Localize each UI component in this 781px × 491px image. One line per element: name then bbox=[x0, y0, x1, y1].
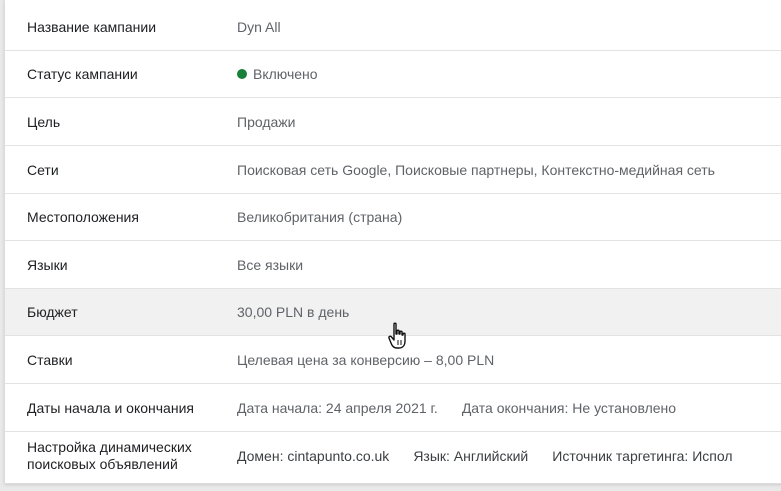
row-languages[interactable]: Языки Все языки bbox=[5, 242, 781, 289]
campaign-settings-panel: Название кампании Dyn All Статус кампани… bbox=[4, 0, 781, 484]
budget-value: 30,00 PLN в день bbox=[237, 304, 350, 320]
row-campaign-name[interactable]: Название кампании Dyn All bbox=[5, 4, 781, 51]
row-goal[interactable]: Цель Продажи bbox=[5, 99, 781, 146]
dsa-targeting-source: Источник таргетинга: Испол bbox=[552, 448, 733, 464]
row-label: Статус кампании bbox=[27, 65, 138, 82]
row-label: Ставки bbox=[27, 351, 73, 368]
row-label: Название кампании bbox=[27, 18, 157, 35]
row-label: Даты начала и окончания bbox=[27, 399, 194, 416]
dsa-domain: Домен: cintapunto.co.uk bbox=[237, 448, 390, 464]
status-text: Включено bbox=[253, 66, 318, 82]
row-label-line: поисковых объявлений bbox=[27, 456, 178, 472]
hand-pointer-icon bbox=[388, 322, 406, 349]
row-label: Бюджет bbox=[27, 303, 78, 320]
row-locations[interactable]: Местоположения Великобритания (страна) bbox=[5, 194, 781, 241]
campaign-status-value: Включено bbox=[237, 51, 318, 97]
end-date: Дата окончания: Не установлено bbox=[461, 400, 677, 416]
dates-value: Дата начала: 24 апреля 2021 г. Дата окон… bbox=[237, 385, 676, 431]
locations-value: Великобритания (страна) bbox=[237, 209, 403, 225]
dsa-language: Язык: Английский bbox=[413, 448, 529, 464]
row-label: Цель bbox=[27, 113, 61, 130]
goal-value: Продажи bbox=[237, 114, 296, 130]
status-dot-icon bbox=[237, 69, 247, 79]
row-dsa-settings[interactable]: Настройка динамических поисковых объявле… bbox=[5, 432, 781, 480]
dsa-value: Домен: cintapunto.co.uk Язык: Английский… bbox=[237, 432, 733, 480]
row-campaign-status[interactable]: Статус кампании Включено bbox=[5, 51, 781, 98]
row-label: Настройка динамических поисковых объявле… bbox=[27, 432, 192, 480]
languages-value: Все языки bbox=[237, 257, 304, 273]
row-label: Сети bbox=[27, 161, 59, 178]
start-date: Дата начала: 24 апреля 2021 г. bbox=[237, 400, 438, 416]
campaign-name-value: Dyn All bbox=[237, 19, 281, 35]
networks-value: Поисковая сеть Google, Поисковые партнер… bbox=[237, 162, 715, 178]
row-dates[interactable]: Даты начала и окончания Дата начала: 24 … bbox=[5, 385, 781, 432]
bidding-value: Целевая цена за конверсию – 8,00 PLN bbox=[237, 352, 495, 368]
row-networks[interactable]: Сети Поисковая сеть Google, Поисковые па… bbox=[5, 147, 781, 194]
row-label: Местоположения bbox=[27, 208, 139, 225]
row-label: Языки bbox=[27, 256, 68, 273]
row-label-line: Настройка динамических bbox=[27, 439, 192, 455]
